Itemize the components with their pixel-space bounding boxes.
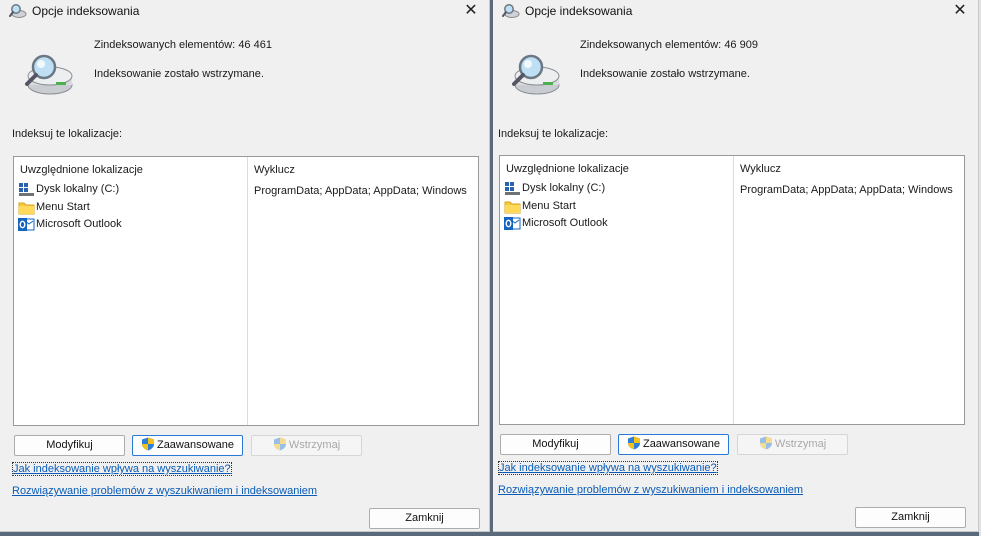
troubleshoot-search-link[interactable]: Rozwiązywanie problemów z wyszukiwaniem … [12,485,317,497]
magnifier-drive-icon [509,52,561,98]
close-icon[interactable]: ✕ [461,1,481,21]
excluded-paths: ProgramData; AppData; AppData; Windows [740,184,953,196]
pause-button[interactable]: Wstrzymaj [251,435,362,456]
modify-button-label: Modyfikuj [532,438,579,450]
modify-button-label: Modyfikuj [46,439,93,451]
indexed-items-count: 46 461 [238,39,272,51]
indexed-items-stat: Zindeksowanych elementów: 46 909 [580,39,758,51]
index-locations-label: Indeksuj te lokalizacje: [498,128,609,140]
windows-drive-icon [18,182,35,197]
location-label: Dysk lokalny (C:) [36,183,120,195]
close-button-label: Zamknij [405,512,444,524]
column-divider [247,157,248,425]
advanced-button-label: Zaawansowane [156,439,235,451]
locations-list[interactable]: Uwzględnione lokalizacje Wyklucz Dysk lo… [13,156,479,426]
uac-shield-icon [627,436,641,450]
how-indexing-affects-search-link[interactable]: Jak indeksowanie wpływa na wyszukiwanie? [498,461,718,475]
pause-button[interactable]: Wstrzymaj [737,434,848,455]
advanced-button[interactable]: Zaawansowane [132,435,243,456]
indexing-options-dialog-left: Opcje indeksowania ✕ Zindeksowanych elem… [0,0,490,532]
uac-shield-icon [759,436,773,450]
folder-icon [504,199,521,214]
exclude-header: Wyklucz [254,164,295,176]
outlook-icon [504,216,521,231]
location-label: Dysk lokalny (C:) [522,182,606,194]
window-title: Opcje indeksowania [525,4,633,18]
title-bar: Opcje indeksowania ✕ [0,0,489,22]
indexing-status: Indeksowanie zostało wstrzymane. [94,68,264,80]
indexed-items-label: Zindeksowanych elementów: [580,39,722,51]
indexed-items-label: Zindeksowanych elementów: [94,39,236,51]
close-button[interactable]: Zamknij [369,508,480,529]
location-label: Microsoft Outlook [36,218,122,230]
uac-shield-icon [273,437,287,451]
location-label: Menu Start [36,201,90,213]
windows-drive-icon [504,181,521,196]
window-title: Opcje indeksowania [32,4,140,18]
close-icon[interactable]: ✕ [950,1,970,21]
pause-button-label: Wstrzymaj [288,439,341,451]
exclude-header: Wyklucz [740,163,781,175]
magnifier-drive-icon [22,52,74,98]
troubleshoot-search-link[interactable]: Rozwiązywanie problemów z wyszukiwaniem … [498,484,803,496]
modify-button[interactable]: Modyfikuj [500,434,611,455]
folder-icon [18,200,35,215]
included-locations-header: Uwzględnione lokalizacje [20,164,143,176]
included-locations-header: Uwzględnione lokalizacje [506,163,629,175]
advanced-button-label: Zaawansowane [642,438,721,450]
excluded-paths: ProgramData; AppData; AppData; Windows [254,185,467,197]
indexed-items-count: 46 909 [724,39,758,51]
uac-shield-icon [141,437,155,451]
indexed-items-stat: Zindeksowanych elementów: 46 461 [94,39,272,51]
locations-list[interactable]: Uwzględnione lokalizacje Wyklucz Dysk lo… [499,155,965,425]
location-label: Microsoft Outlook [522,217,608,229]
indexing-status: Indeksowanie zostało wstrzymane. [580,68,750,80]
column-divider [733,156,734,424]
title-bar: Opcje indeksowania ✕ [493,0,978,22]
indexing-options-icon [9,3,27,19]
modify-button[interactable]: Modyfikuj [14,435,125,456]
index-locations-label: Indeksuj te lokalizacje: [12,128,123,140]
close-button-label: Zamknij [891,511,930,523]
pause-button-label: Wstrzymaj [774,438,827,450]
indexing-options-dialog-right: Opcje indeksowania ✕ Zindeksowanych elem… [493,0,979,532]
advanced-button[interactable]: Zaawansowane [618,434,729,455]
location-label: Menu Start [522,200,576,212]
outlook-icon [18,217,35,232]
how-indexing-affects-search-link[interactable]: Jak indeksowanie wpływa na wyszukiwanie? [12,462,232,476]
indexing-options-icon [502,3,520,19]
close-button[interactable]: Zamknij [855,507,966,528]
